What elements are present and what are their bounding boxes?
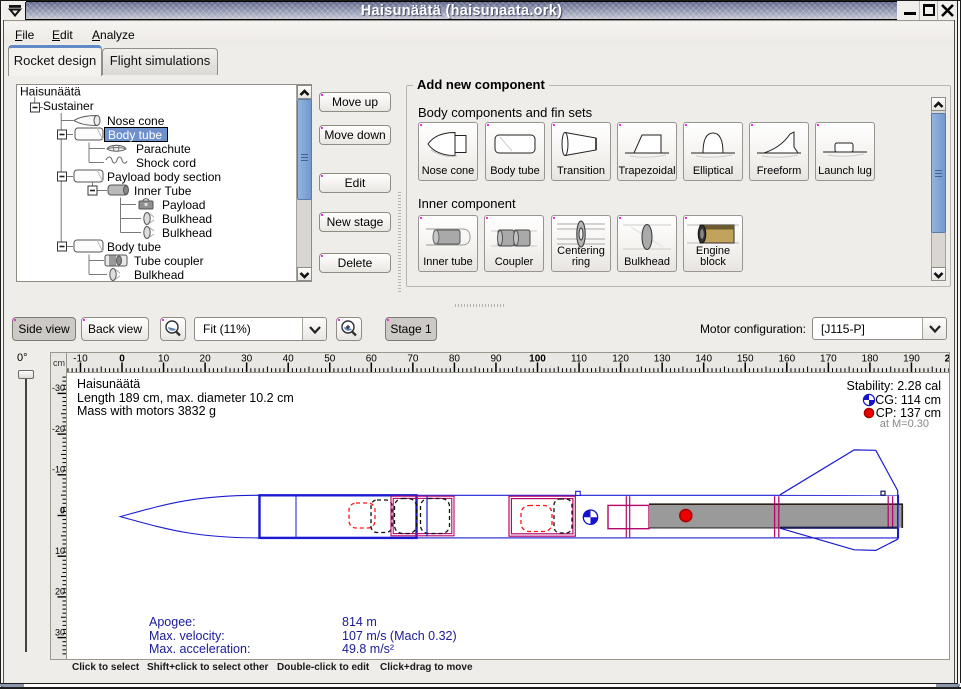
svg-text:Parachute: Parachute bbox=[136, 142, 191, 156]
svg-text:Haisunäätä: Haisunäätä bbox=[20, 85, 81, 99]
svg-text:-10: -10 bbox=[73, 354, 88, 365]
svg-text:90: 90 bbox=[490, 354, 502, 365]
svg-text:20: 20 bbox=[200, 354, 212, 365]
svg-text:140: 140 bbox=[695, 354, 712, 365]
svg-text:Inner Tube: Inner Tube bbox=[134, 184, 192, 198]
svg-text:160: 160 bbox=[778, 354, 795, 365]
svg-text:130: 130 bbox=[654, 354, 671, 365]
svg-text:60: 60 bbox=[366, 354, 378, 365]
svg-text:Bulkhead: Bulkhead bbox=[134, 268, 184, 281]
svg-text:0: 0 bbox=[119, 354, 125, 365]
svg-text:120: 120 bbox=[612, 354, 629, 365]
svg-text:200: 200 bbox=[945, 354, 949, 365]
svg-text:0: 0 bbox=[60, 505, 65, 515]
svg-text:150: 150 bbox=[737, 354, 754, 365]
svg-text:80: 80 bbox=[449, 354, 461, 365]
svg-text:Body tube: Body tube bbox=[108, 128, 162, 142]
svg-text:70: 70 bbox=[407, 354, 419, 365]
svg-text:180: 180 bbox=[862, 354, 879, 365]
svg-text:10: 10 bbox=[55, 546, 65, 556]
svg-text:40: 40 bbox=[283, 354, 295, 365]
svg-text:100: 100 bbox=[529, 354, 546, 365]
svg-text:-30: -30 bbox=[52, 383, 65, 393]
svg-text:Body tube: Body tube bbox=[107, 240, 161, 254]
svg-text:-20: -20 bbox=[52, 424, 65, 434]
svg-text:Shock cord: Shock cord bbox=[136, 156, 196, 170]
svg-text:110: 110 bbox=[571, 354, 587, 365]
svg-text:190: 190 bbox=[903, 354, 920, 365]
svg-text:50: 50 bbox=[324, 354, 336, 365]
svg-text:Bulkhead: Bulkhead bbox=[162, 212, 212, 226]
svg-text:170: 170 bbox=[820, 354, 837, 365]
svg-text:Tube coupler: Tube coupler bbox=[134, 254, 204, 268]
svg-text:Bulkhead: Bulkhead bbox=[162, 226, 212, 240]
svg-text:-10: -10 bbox=[52, 465, 65, 475]
svg-text:30: 30 bbox=[241, 354, 253, 365]
svg-text:Nose cone: Nose cone bbox=[107, 114, 165, 128]
svg-text:Sustainer: Sustainer bbox=[43, 99, 94, 113]
svg-text:Payload body section: Payload body section bbox=[107, 170, 221, 184]
svg-text:10: 10 bbox=[158, 354, 170, 365]
svg-text:30: 30 bbox=[55, 627, 65, 637]
svg-text:20: 20 bbox=[55, 587, 65, 597]
svg-text:Payload: Payload bbox=[162, 198, 205, 212]
